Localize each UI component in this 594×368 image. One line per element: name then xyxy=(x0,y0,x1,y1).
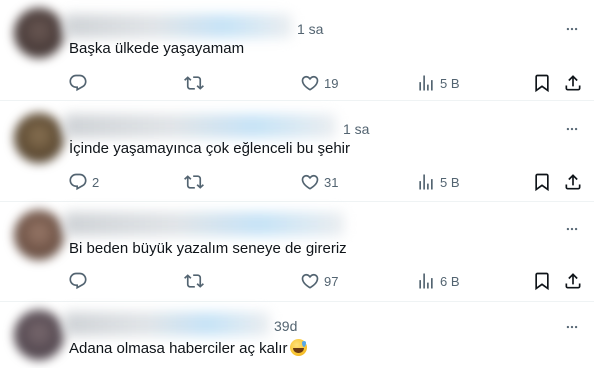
tweet[interactable]: 39d Adana olmasa haberciler aç kalır xyxy=(0,302,594,368)
views-button[interactable]: 5 B xyxy=(416,170,460,194)
tweet-text-content: Adana olmasa haberciler aç kalır xyxy=(69,340,288,357)
more-icon[interactable] xyxy=(562,122,582,136)
share-button[interactable] xyxy=(563,71,583,95)
avatar[interactable] xyxy=(14,113,64,163)
reply-button[interactable]: 2 xyxy=(68,170,99,194)
bookmark-icon xyxy=(532,271,552,291)
reply-icon xyxy=(68,172,88,192)
repost-button[interactable] xyxy=(184,71,208,95)
view-count: 5 B xyxy=(440,174,460,190)
bookmark-button[interactable] xyxy=(532,269,552,293)
repost-icon xyxy=(184,73,204,93)
tweet-actions: 97 6 B xyxy=(62,269,592,293)
share-button[interactable] xyxy=(563,170,583,194)
grinning-face-with-sweat-icon xyxy=(290,339,308,356)
like-count: 31 xyxy=(324,174,339,190)
tweet[interactable]: 1 sa Başka ülkede yaşayamam 19 5 B xyxy=(0,0,594,101)
repost-button[interactable] xyxy=(184,269,208,293)
share-icon xyxy=(563,73,583,93)
like-count: 19 xyxy=(324,75,339,91)
tweet-actions: 2 31 5 B xyxy=(62,170,592,194)
views-icon xyxy=(416,172,436,192)
tweet[interactable]: 1 sa İçinde yaşamayınca çok eğlenceli bu… xyxy=(0,101,594,202)
view-count: 6 B xyxy=(440,273,460,289)
views-icon xyxy=(416,271,436,291)
repost-icon xyxy=(184,271,204,291)
like-button[interactable]: 19 xyxy=(300,71,338,95)
like-count: 97 xyxy=(324,273,339,289)
share-button[interactable] xyxy=(563,269,583,293)
bookmark-button[interactable] xyxy=(532,170,552,194)
avatar[interactable] xyxy=(14,310,64,360)
views-button[interactable]: 6 B xyxy=(416,269,460,293)
more-icon[interactable] xyxy=(562,222,582,236)
view-count: 5 B xyxy=(440,75,460,91)
repost-icon xyxy=(184,172,204,192)
tweet[interactable]: Bi beden büyük yazalım seneye de gireriz… xyxy=(0,202,594,302)
tweet-timestamp[interactable]: 1 sa xyxy=(297,21,323,37)
reply-icon xyxy=(68,271,88,291)
repost-button[interactable] xyxy=(184,170,208,194)
like-button[interactable]: 31 xyxy=(300,170,338,194)
reply-icon xyxy=(68,73,88,93)
like-icon xyxy=(300,172,320,192)
tweet-timestamp[interactable]: 39d xyxy=(274,318,297,334)
reply-button[interactable] xyxy=(68,71,92,95)
bookmark-button[interactable] xyxy=(532,71,552,95)
views-button[interactable]: 5 B xyxy=(416,71,460,95)
tweet-text: Adana olmasa haberciler aç kalır xyxy=(69,339,308,357)
like-icon xyxy=(300,271,320,291)
reply-count: 2 xyxy=(92,174,100,190)
author-name-blurred[interactable] xyxy=(64,312,270,336)
reply-button[interactable] xyxy=(68,269,92,293)
author-name-blurred[interactable] xyxy=(64,212,344,236)
tweet-text: Bi beden büyük yazalım seneye de gireriz xyxy=(69,240,347,257)
avatar[interactable] xyxy=(14,210,64,260)
avatar[interactable] xyxy=(14,8,64,58)
tweet-text: Başka ülkede yaşayamam xyxy=(69,40,245,57)
like-button[interactable]: 97 xyxy=(300,269,338,293)
more-icon[interactable] xyxy=(562,22,582,36)
share-icon xyxy=(563,172,583,192)
like-icon xyxy=(300,73,320,93)
author-name-blurred[interactable] xyxy=(64,114,336,138)
tweet-text: İçinde yaşamayınca çok eğlenceli bu şehi… xyxy=(69,140,350,157)
tweet-timestamp[interactable]: 1 sa xyxy=(343,121,369,137)
share-icon xyxy=(563,271,583,291)
more-icon[interactable] xyxy=(562,320,582,334)
views-icon xyxy=(416,73,436,93)
author-name-blurred[interactable] xyxy=(64,14,292,38)
tweet-actions: 19 5 B xyxy=(62,71,592,95)
bookmark-icon xyxy=(532,172,552,192)
bookmark-icon xyxy=(532,73,552,93)
